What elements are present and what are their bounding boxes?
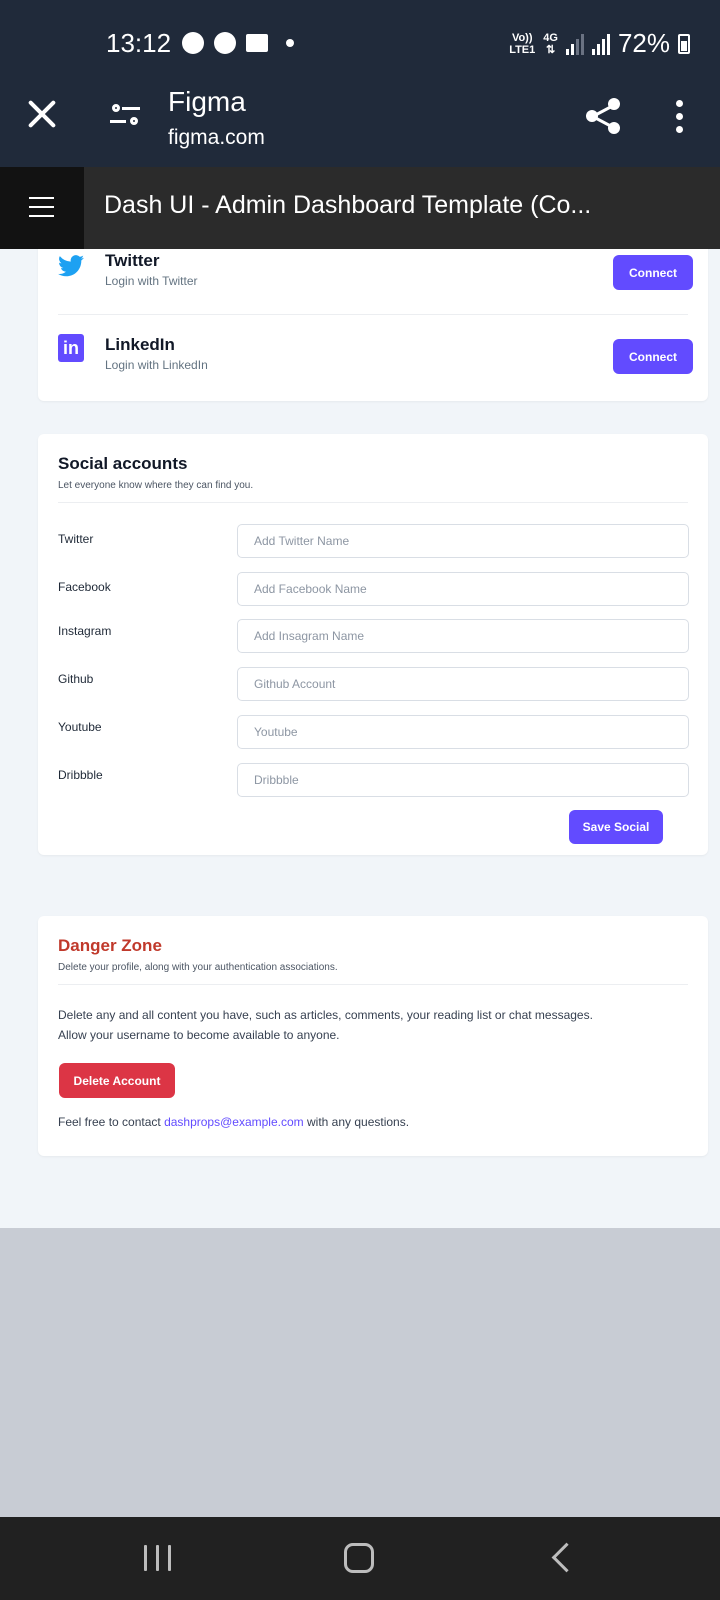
- dribbble-input[interactable]: [237, 763, 689, 797]
- status-time: 13:12: [106, 28, 172, 58]
- twitter-icon: [58, 255, 84, 281]
- youtube-input[interactable]: [237, 715, 689, 749]
- status-system-icons: Vo)) LTE1 4G ⇅ 72%: [509, 28, 690, 59]
- site-url: figma.com: [168, 126, 265, 149]
- battery-icon: [678, 33, 690, 54]
- divider: [58, 502, 688, 503]
- save-social-button[interactable]: Save Social: [569, 810, 663, 844]
- status-notification-icons: [182, 32, 294, 54]
- contact-email-link[interactable]: dashprops@example.com: [164, 1115, 304, 1129]
- danger-zone-card: Danger Zone Delete your profile, along w…: [38, 916, 708, 1156]
- contact-note: Feel free to contact dashprops@example.c…: [58, 1115, 410, 1129]
- site-title: Figma: [168, 86, 246, 117]
- github-label: Github: [58, 672, 94, 686]
- battery-percent: 72%: [617, 28, 670, 58]
- close-icon[interactable]: [24, 96, 60, 132]
- divider: [58, 314, 688, 315]
- social-accounts-card: Social accounts Let everyone know where …: [38, 434, 708, 855]
- browser-header: [0, 0, 720, 167]
- delete-account-button[interactable]: Delete Account: [59, 1063, 175, 1098]
- twitter-label: Twitter: [58, 532, 94, 546]
- github-account-input[interactable]: [237, 667, 689, 701]
- menu-icon[interactable]: [0, 167, 84, 249]
- signal-2-icon: [591, 33, 610, 55]
- site-settings-icon[interactable]: [110, 104, 140, 128]
- danger-zone-description: Delete any and all content you have, suc…: [58, 1008, 593, 1042]
- signal-1-icon: [565, 33, 584, 55]
- folder-icon: [246, 34, 268, 52]
- danger-zone-title: Danger Zone: [58, 936, 162, 955]
- share-icon[interactable]: [586, 98, 622, 134]
- danger-zone-subtitle: Delete your profile, along with your aut…: [58, 962, 338, 973]
- connect-twitter-button[interactable]: Connect: [613, 255, 693, 290]
- instagram-label: Instagram: [58, 624, 112, 638]
- dribbble-label: Dribbble: [58, 768, 103, 782]
- service-name: Twitter: [105, 251, 160, 270]
- instagram-name-input[interactable]: [237, 619, 689, 653]
- facebook-label: Facebook: [58, 580, 111, 594]
- section-subtitle: Let everyone know where they can find yo…: [58, 480, 254, 491]
- linkedin-icon: in: [58, 334, 84, 362]
- connect-linkedin-button[interactable]: Connect: [613, 339, 693, 374]
- connected-services-card: Twitter Login with Twitter Connect in Li…: [38, 249, 708, 401]
- more-notifications-dot-icon: [286, 39, 294, 47]
- more-options-icon[interactable]: [676, 100, 683, 133]
- assistant-icon: [214, 32, 236, 54]
- recent-apps-icon[interactable]: [144, 1545, 171, 1571]
- twitter-name-input[interactable]: [237, 524, 689, 558]
- section-title: Social accounts: [58, 454, 188, 473]
- service-subtitle: Login with LinkedIn: [105, 358, 208, 372]
- divider: [58, 984, 688, 985]
- home-icon[interactable]: [344, 1543, 374, 1573]
- service-subtitle: Login with Twitter: [105, 274, 198, 288]
- youtube-label: Youtube: [58, 720, 102, 734]
- facebook-name-input[interactable]: [237, 572, 689, 606]
- account-icon: [182, 32, 204, 54]
- service-name: LinkedIn: [105, 335, 175, 354]
- volte-indicator: Vo)) LTE1: [509, 31, 536, 56]
- page-content[interactable]: Twitter Login with Twitter Connect in Li…: [0, 249, 720, 1228]
- tab-title: Dash UI - Admin Dashboard Template (Co..…: [104, 191, 592, 219]
- network-type-indicator: 4G ⇅: [543, 31, 558, 56]
